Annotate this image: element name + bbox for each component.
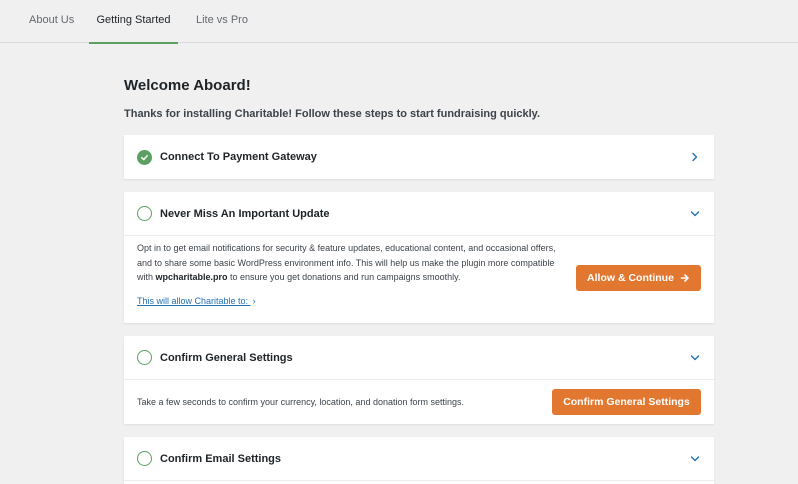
empty-circle-icon <box>137 350 152 365</box>
step-body-general-settings: Take a few seconds to confirm your curre… <box>124 380 714 424</box>
step-title: Never Miss An Important Update <box>160 207 330 220</box>
step-card-general-settings: Confirm General Settings Take a few seco… <box>124 336 714 424</box>
tab-bar: About Us Getting Started Lite vs Pro <box>0 0 798 44</box>
step-header-general-settings[interactable]: Confirm General Settings <box>124 336 714 380</box>
chevron-down-icon[interactable] <box>689 352 701 364</box>
step-title: Connect To Payment Gateway <box>160 151 317 163</box>
allow-permissions-link[interactable]: This will allow Charitable to: › <box>137 296 256 306</box>
chevron-right-icon[interactable] <box>689 151 701 163</box>
page-subtitle: Thanks for installing Charitable! Follow… <box>124 108 541 120</box>
empty-circle-icon <box>137 451 152 466</box>
chevron-down-icon[interactable] <box>689 208 701 220</box>
step-body-important-update: Opt in to get email notifications for se… <box>124 236 714 323</box>
tab-getting-started[interactable]: Getting Started <box>89 0 178 44</box>
arrow-right-icon <box>680 274 689 282</box>
step-card-important-update: Never Miss An Important Update Opt in to… <box>124 192 714 323</box>
page-title: Welcome Aboard! <box>124 77 251 94</box>
step-header-important-update[interactable]: Never Miss An Important Update <box>124 192 714 236</box>
step-card-payment-gateway: Connect To Payment Gateway <box>124 135 714 179</box>
site-name: wpcharitable.pro <box>155 272 228 282</box>
check-circle-icon <box>137 149 152 165</box>
step-description: Opt in to get email notifications for se… <box>137 243 556 282</box>
step-header-email-settings[interactable]: Confirm Email Settings <box>124 437 714 481</box>
confirm-general-settings-button[interactable]: Confirm General Settings <box>552 389 701 415</box>
chevron-down-icon[interactable] <box>689 453 701 465</box>
empty-circle-icon <box>137 206 152 221</box>
step-header-payment-gateway[interactable]: Connect To Payment Gateway <box>124 135 714 179</box>
step-description: Take a few seconds to confirm your curre… <box>137 397 464 407</box>
step-title: Confirm General Settings <box>160 351 293 364</box>
tab-about-us[interactable]: About Us <box>20 0 82 43</box>
chevron-right-icon: › <box>252 296 256 306</box>
step-card-email-settings: Confirm Email Settings <box>124 437 714 484</box>
tab-lite-vs-pro[interactable]: Lite vs Pro <box>187 0 253 43</box>
allow-continue-button[interactable]: Allow & Continue <box>576 265 701 291</box>
step-title: Confirm Email Settings <box>160 452 282 465</box>
